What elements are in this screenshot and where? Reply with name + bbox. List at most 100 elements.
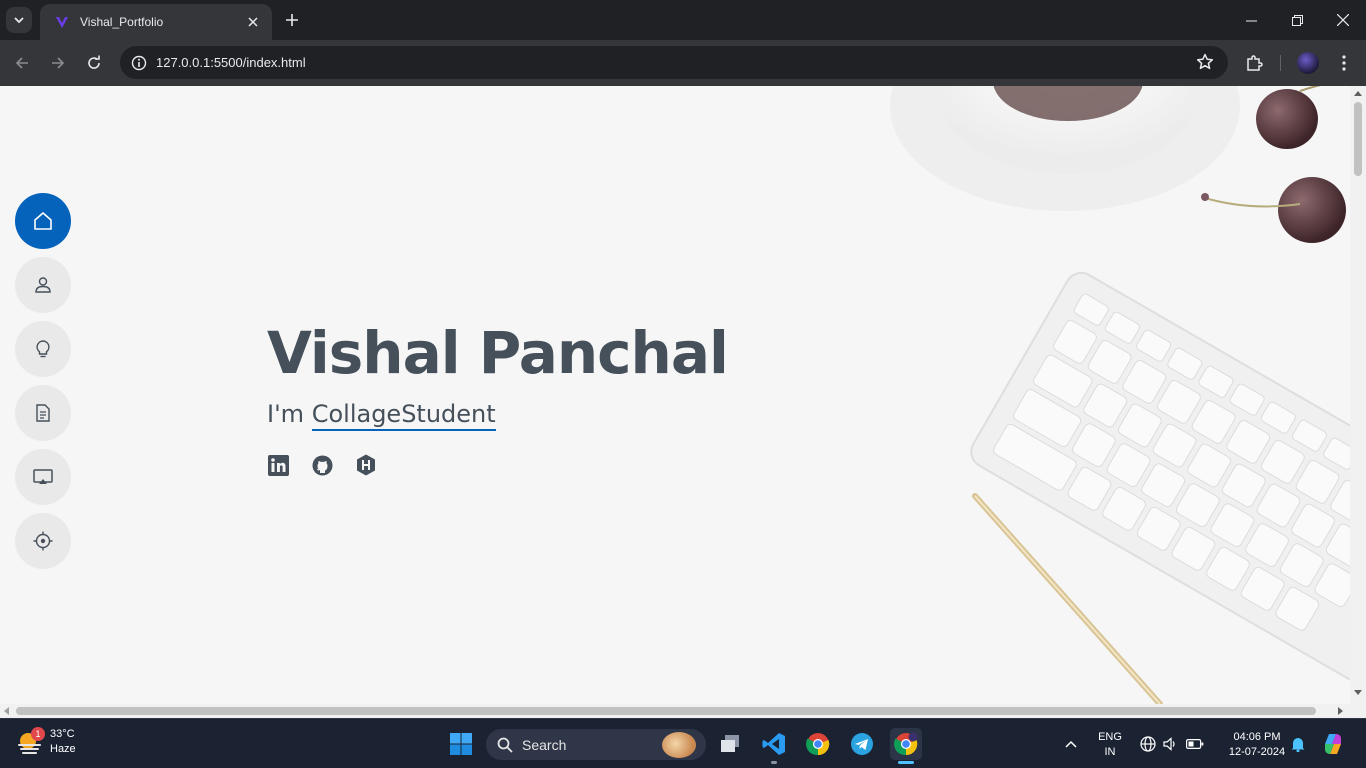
network-button[interactable] (1136, 728, 1160, 760)
language-code: ENG (1098, 731, 1122, 743)
nav-home-button[interactable] (15, 193, 71, 249)
globe-icon (1140, 736, 1156, 752)
back-button[interactable] (9, 50, 35, 76)
active-indicator (898, 761, 914, 764)
extensions-button[interactable] (1241, 50, 1267, 76)
reload-icon (88, 55, 100, 69)
speaker-icon (1163, 737, 1175, 751)
new-tab-button[interactable] (280, 8, 304, 32)
search-label: Search (522, 736, 567, 753)
vertical-scrollbar[interactable] (1350, 86, 1366, 704)
language-indicator[interactable]: ENG IN (1092, 730, 1128, 760)
site-favicon-icon (54, 14, 70, 30)
nav-about-button[interactable] (15, 257, 71, 313)
social-links (267, 454, 728, 476)
close-icon (1337, 14, 1349, 26)
minimize-button[interactable] (1228, 0, 1274, 40)
arrow-left-icon (15, 57, 28, 69)
clock-date: 12-07-2024 (1228, 746, 1286, 758)
taskbar-search[interactable]: Search (486, 729, 706, 760)
running-indicator (771, 761, 777, 764)
battery-button[interactable] (1182, 728, 1208, 760)
profile-avatar[interactable] (1297, 52, 1319, 74)
bulb-icon (36, 340, 50, 358)
chrome-taskbar-button[interactable] (802, 728, 834, 760)
restore-icon (1291, 14, 1303, 26)
puzzle-icon (1247, 55, 1263, 71)
subtitle-prefix: I'm (267, 400, 305, 428)
horizontal-scrollbar[interactable] (0, 704, 1366, 718)
clock[interactable]: 04:06 PM 12-07-2024 (1222, 730, 1292, 760)
hero-subtitle: I'm CollageStudent (267, 400, 728, 431)
vscode-taskbar-button[interactable] (758, 728, 790, 764)
nav-portfolio-button[interactable] (15, 449, 71, 505)
windows-logo-icon (450, 733, 472, 755)
weather-haze-icon: 1 (16, 727, 45, 756)
weather-alert-badge: 1 (31, 727, 45, 741)
url-text: 127.0.0.1:5500/index.html (156, 55, 306, 70)
minimize-icon (1245, 20, 1257, 21)
chrome-profile-icon (894, 732, 918, 756)
notifications-button[interactable] (1286, 728, 1310, 760)
restore-button[interactable] (1274, 0, 1320, 40)
scroll-left-arrow-icon[interactable] (4, 707, 9, 715)
close-window-button[interactable] (1320, 0, 1366, 40)
tab-close-icon[interactable] (244, 13, 262, 31)
clock-time: 04:06 PM (1233, 731, 1281, 743)
browser-toolbar: 127.0.0.1:5500/index.html (0, 40, 1366, 86)
page-viewport: Vishal Panchal I'm CollageStudent (0, 86, 1366, 718)
github-link[interactable] (311, 454, 333, 476)
windows-taskbar: 1 33°C Haze Search ENG IN 04:06 PM 12-07… (0, 718, 1366, 768)
side-navigation (15, 193, 71, 577)
arrow-right-icon (52, 57, 65, 69)
weather-temperature: 33°C (50, 728, 75, 740)
tab-search-button[interactable] (6, 7, 32, 33)
site-info-icon[interactable] (122, 55, 156, 71)
tab-title: Vishal_Portfolio (80, 15, 164, 29)
volume-button[interactable] (1158, 728, 1182, 760)
address-bar[interactable]: 127.0.0.1:5500/index.html (120, 46, 1228, 79)
toolbar-separator (1280, 55, 1281, 71)
document-icon (36, 404, 50, 422)
plus-icon (286, 14, 298, 26)
nav-resume-button[interactable] (15, 385, 71, 441)
linkedin-link[interactable] (267, 454, 289, 476)
nav-skills-button[interactable] (15, 321, 71, 377)
hero-section: Vishal Panchal I'm CollageStudent (267, 318, 729, 476)
scroll-down-arrow-icon[interactable] (1354, 690, 1362, 695)
copilot-icon (1325, 734, 1341, 754)
scroll-right-arrow-icon[interactable] (1338, 707, 1343, 715)
search-highlight-image (662, 732, 696, 758)
show-hidden-icons-button[interactable] (1056, 728, 1086, 760)
telegram-taskbar-button[interactable] (846, 728, 878, 760)
browser-tab-active[interactable]: Vishal_Portfolio (40, 4, 272, 40)
scroll-up-arrow-icon[interactable] (1354, 91, 1362, 96)
forward-button[interactable] (45, 50, 71, 76)
chrome-icon (806, 733, 830, 756)
start-button[interactable] (445, 728, 477, 760)
weather-description: Haze (50, 743, 76, 755)
weather-widget[interactable]: 1 33°C Haze (16, 727, 76, 757)
bell-icon (1291, 738, 1305, 752)
reload-button[interactable] (81, 50, 107, 76)
vertical-scroll-thumb[interactable] (1354, 102, 1362, 176)
bookmark-star-icon[interactable] (1196, 53, 1214, 76)
browser-menu-button[interactable] (1331, 50, 1357, 76)
chrome-profile-taskbar-button[interactable] (890, 728, 922, 764)
chevron-up-icon (1065, 740, 1077, 748)
task-view-button[interactable] (714, 728, 746, 760)
linkedin-icon (267, 454, 289, 476)
copilot-button[interactable] (1318, 728, 1348, 760)
browser-tabstrip: Vishal_Portfolio (0, 0, 1366, 40)
typed-role-text: CollageStudent (311, 400, 496, 431)
vscode-icon (762, 733, 785, 755)
github-icon (312, 455, 332, 475)
hackerrank-link[interactable] (355, 454, 377, 476)
display-icon (33, 469, 53, 484)
nav-contact-button[interactable] (15, 513, 71, 569)
search-icon (497, 737, 513, 753)
horizontal-scroll-thumb[interactable] (16, 707, 1316, 715)
target-icon (33, 531, 53, 551)
telegram-icon (851, 733, 873, 755)
more-vert-icon (1342, 55, 1346, 71)
